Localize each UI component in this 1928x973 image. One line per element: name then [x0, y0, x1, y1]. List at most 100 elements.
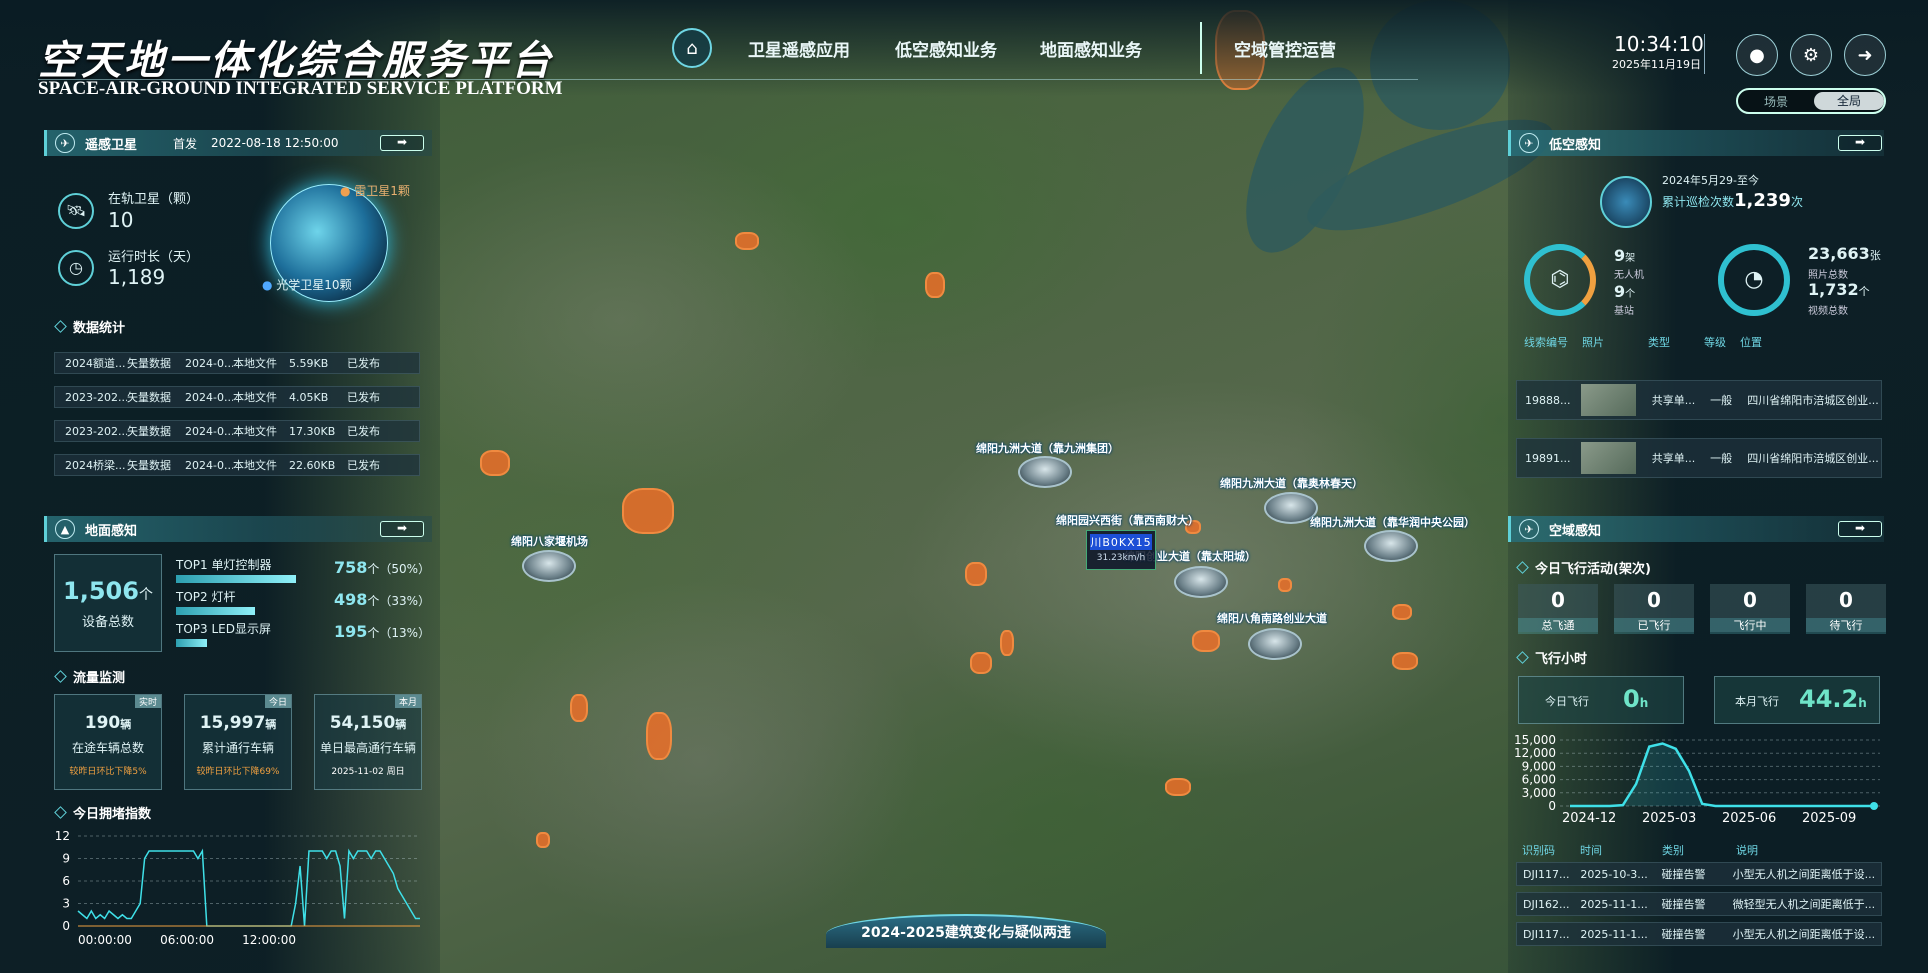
table-cell: 微轻型无人机之间距离低于...: [1732, 898, 1876, 911]
camera-marker[interactable]: [1248, 628, 1302, 660]
camera-marker[interactable]: [1174, 566, 1228, 598]
drone-gauge: ⌬: [1524, 244, 1596, 316]
table-cell: 小型无人机之间距离低于设...: [1732, 928, 1876, 941]
alert-row[interactable]: DJI162... 2025-11-1... 碰撞告警 微轻型无人机之间距离低于...: [1516, 892, 1882, 916]
table-cell: 一般: [1710, 394, 1733, 407]
table-row[interactable]: 2024额道... 矢量数据 2024-0... 本地文件 5.59KB 已发布: [54, 352, 420, 374]
map-label[interactable]: 绵阳八角南路创业大道: [1217, 610, 1327, 626]
airspace-column-header: 说明: [1736, 844, 1758, 857]
table-row[interactable]: 2023-202... 矢量数据 2024-0... 本地文件 4.05KB 已发布: [54, 386, 420, 408]
alert-row[interactable]: DJI117... 2025-10-3... 碰撞告警 小型无人机之间距离低于设...: [1516, 862, 1882, 886]
ground-panel-header: ▲ 地面感知: [44, 516, 432, 542]
vehicle-marker[interactable]: 川B0KX15 31.23km/h: [1086, 530, 1156, 570]
table-cell: 四川省绵阳市涪城区创业...: [1747, 452, 1879, 465]
nav-low-altitude[interactable]: 低空感知业务: [895, 36, 997, 61]
ground-more-button[interactable]: ➡: [380, 521, 424, 537]
table-row[interactable]: 2024桥梁... 矢量数据 2024-0... 本地文件 22.60KB 已发布: [54, 454, 420, 476]
device-total-label: 设备总数: [81, 615, 134, 630]
photos-stat: 23,663张: [1808, 244, 1881, 263]
map-label[interactable]: 绵阳九洲大道（靠华润中央公园）: [1310, 514, 1475, 530]
airspace-panel-title: 空域感知: [1549, 523, 1602, 539]
camera-marker[interactable]: [1364, 530, 1418, 562]
table-cell: 本地文件: [233, 459, 277, 472]
flight-count-card: 0 待飞行: [1806, 584, 1886, 634]
camera-marker[interactable]: [1018, 456, 1072, 488]
flow-card-tag: 今日: [264, 695, 291, 708]
airspace-column-header: 时间: [1580, 844, 1602, 857]
y-tick-label: 0: [62, 919, 70, 933]
bottom-layer-title[interactable]: 2024-2025建筑变化与疑似两违: [826, 914, 1106, 948]
user-icon: ●: [1749, 44, 1765, 66]
satellite-more-button[interactable]: ➡: [380, 135, 424, 151]
plate-number: 川B0KX15: [1090, 534, 1152, 550]
uav-table-row[interactable]: 19891... 共享单... 一般 四川省绵阳市涪城区创业...: [1516, 438, 1882, 478]
clock-time: 10:34:10: [1614, 32, 1704, 56]
toggle-scene[interactable]: 场景: [1764, 93, 1788, 110]
photos-label: 照片总数: [1808, 270, 1848, 281]
table-cell: 矢量数据: [127, 425, 171, 438]
map-label[interactable]: 绵阳九洲大道（靠奥林春天）: [1220, 475, 1363, 491]
top-item-value: 758个（50%）: [334, 558, 431, 577]
table-cell: 碰撞告警: [1661, 868, 1706, 881]
ground-panel-title: 地面感知: [85, 523, 138, 539]
table-cell: 2024-0...: [185, 390, 233, 404]
table-cell: 已发布: [347, 425, 380, 438]
nav-satellite[interactable]: 卫星遥感应用: [748, 36, 850, 61]
device-total-value: 1,506: [63, 577, 139, 605]
table-row[interactable]: 2023-202... 矢量数据 2024-0... 本地文件 17.30KB 已发布: [54, 420, 420, 442]
table-cell: 一般: [1710, 452, 1733, 465]
user-button[interactable]: ●: [1736, 34, 1778, 76]
view-toggle[interactable]: 场景 全局: [1736, 88, 1886, 114]
table-cell: 本地文件: [233, 425, 277, 438]
clue-photo: [1581, 442, 1636, 474]
congestion-series-line: [77, 848, 420, 927]
flow-card-label: 在途车辆总数: [71, 741, 144, 755]
airspace-column-header: 识别码: [1522, 844, 1555, 857]
uav-column-header: 照片: [1582, 336, 1604, 349]
home-button[interactable]: ⌂: [672, 28, 712, 68]
table-cell: 2023-202...: [65, 424, 127, 438]
x-tick-label: 06:00:00: [160, 933, 214, 947]
videos-stat: 1,732个: [1808, 280, 1870, 299]
map-label[interactable]: 绵阳园兴西街（靠西南财大）: [1056, 512, 1199, 528]
logout-icon: ➜: [1857, 44, 1873, 66]
settings-button[interactable]: ⚙: [1790, 34, 1832, 76]
device-total-card: 1,506个 设备总数: [54, 554, 162, 652]
uav-more-button[interactable]: ➡: [1838, 135, 1882, 151]
nav-airspace[interactable]: 空域管控运营: [1234, 36, 1336, 61]
home-icon: ⌂: [686, 37, 698, 59]
orbit-icon: 🛰: [58, 193, 94, 229]
plane-icon: ✈: [1519, 133, 1539, 153]
logout-button[interactable]: ➜: [1844, 34, 1886, 76]
table-cell: 4.05KB: [289, 390, 329, 404]
drones-stat: 9架: [1614, 246, 1636, 265]
videos-label: 视频总数: [1808, 306, 1848, 317]
toggle-global[interactable]: 全局: [1814, 92, 1884, 110]
nav-ground[interactable]: 地面感知业务: [1040, 36, 1142, 61]
x-tick-label: 12:00:00: [242, 933, 296, 947]
flow-card-note: 2025-11-02 周日: [331, 767, 405, 777]
x-tick-label: 2024-12: [1562, 811, 1616, 826]
table-cell: DJI117...: [1523, 927, 1570, 941]
map-label[interactable]: 绵阳八家堰机场: [511, 533, 588, 549]
y-tick-label: 9,000: [1522, 759, 1556, 773]
table-cell: 碰撞告警: [1661, 928, 1706, 941]
flow-card-label: 单日最高通行车辆: [319, 741, 416, 755]
table-cell: 2023-202...: [65, 390, 127, 404]
flow-card-value: 54,150辆: [329, 713, 407, 733]
flow-card-value: 15,997辆: [199, 713, 277, 733]
alert-row[interactable]: DJI117... 2025-11-1... 碰撞告警 小型无人机之间距离低于设...: [1516, 922, 1882, 946]
airspace-more-button[interactable]: ➡: [1838, 521, 1882, 537]
top-item-value: 498个（33%）: [334, 590, 431, 609]
satellite-panel-title: 遥感卫星: [85, 137, 138, 153]
map-label[interactable]: 绵阳九洲大道（靠九洲集团）: [976, 440, 1119, 456]
flow-card: 今日 15,997辆 累计通行车辆 较昨日环比下降69%: [184, 694, 292, 790]
y-tick-label: 3: [62, 897, 70, 911]
y-tick-label: 6: [62, 874, 70, 888]
month-flight-value: 44.2h: [1799, 685, 1867, 713]
clock-icon: ◷: [58, 250, 94, 286]
table-cell: 四川省绵阳市涪城区创业...: [1747, 394, 1879, 407]
camera-marker[interactable]: [522, 550, 576, 582]
flow-card-tag: 本月: [394, 695, 421, 708]
uav-table-row[interactable]: 19888... 共享单... 一般 四川省绵阳市涪城区创业...: [1516, 380, 1882, 420]
